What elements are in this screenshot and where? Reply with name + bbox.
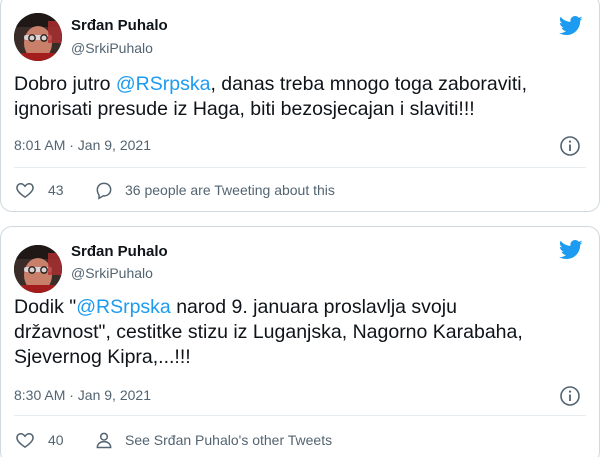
twitter-bird-icon[interactable]	[559, 16, 583, 36]
divider	[14, 167, 586, 168]
tweet-text-line: ignorisati presude iz Haga, biti bezosje…	[14, 98, 475, 120]
tweet-timestamp[interactable]: 8:30 AM · Jan 9, 2021	[14, 387, 151, 403]
author-handle[interactable]: @SrkiPuhalo	[71, 265, 153, 281]
tweet-text-line: Sjevernog Kipra,...!!!	[14, 346, 191, 368]
tweet-text: Dobro jutro @RSrpska, danas treba mnogo …	[14, 72, 589, 122]
person-icon[interactable]	[94, 430, 114, 450]
tweet-text-line: Dodik "@RSrpska narod 9. januara proslav…	[14, 295, 589, 320]
text-segment: Dodik "	[14, 296, 77, 318]
tweet-text-line: državnost", cestitke stizu iz Luganjska,…	[14, 321, 523, 343]
text-segment: Dobro jutro	[14, 73, 116, 95]
like-count[interactable]: 43	[48, 182, 64, 198]
text-segment: , danas treba mnogo toga zaboraviti,	[210, 73, 528, 95]
tweet-timestamp[interactable]: 8:01 AM · Jan 9, 2021	[14, 137, 151, 153]
divider	[14, 415, 586, 416]
author-name[interactable]: Srđan Puhalo	[71, 243, 168, 260]
other-tweets-link[interactable]: See Srđan Puhalo's other Tweets	[125, 432, 332, 448]
twitter-bird-icon[interactable]	[559, 240, 583, 260]
heart-icon[interactable]	[15, 430, 35, 450]
text-segment: narod 9. januara proslavlja svoju	[170, 296, 457, 318]
mention-link[interactable]: @RSrpska	[116, 73, 211, 95]
avatar[interactable]	[14, 13, 62, 61]
like-count[interactable]: 40	[48, 432, 64, 448]
tweet-text: Dodik "@RSrpska narod 9. januara proslav…	[14, 295, 589, 370]
tweet-card[interactable]: Srđan Puhalo @SrkiPuhalo Dobro jutro @RS…	[0, 0, 600, 212]
tweet-text-line: Dobro jutro @RSrpska, danas treba mnogo …	[14, 72, 589, 97]
avatar[interactable]	[14, 245, 62, 293]
tweeting-about-link[interactable]: 36 people are Tweeting about this	[125, 182, 335, 198]
tweet-card[interactable]: Srđan Puhalo @SrkiPuhalo Dodik "@RSrpska…	[0, 226, 600, 457]
author-name[interactable]: Srđan Puhalo	[71, 17, 168, 34]
author-handle[interactable]: @SrkiPuhalo	[71, 40, 153, 56]
mention-link[interactable]: @RSrpska	[76, 296, 171, 318]
info-icon[interactable]	[559, 135, 581, 157]
info-icon[interactable]	[559, 385, 581, 407]
heart-icon[interactable]	[15, 180, 35, 200]
speech-bubble-icon[interactable]	[94, 180, 114, 200]
